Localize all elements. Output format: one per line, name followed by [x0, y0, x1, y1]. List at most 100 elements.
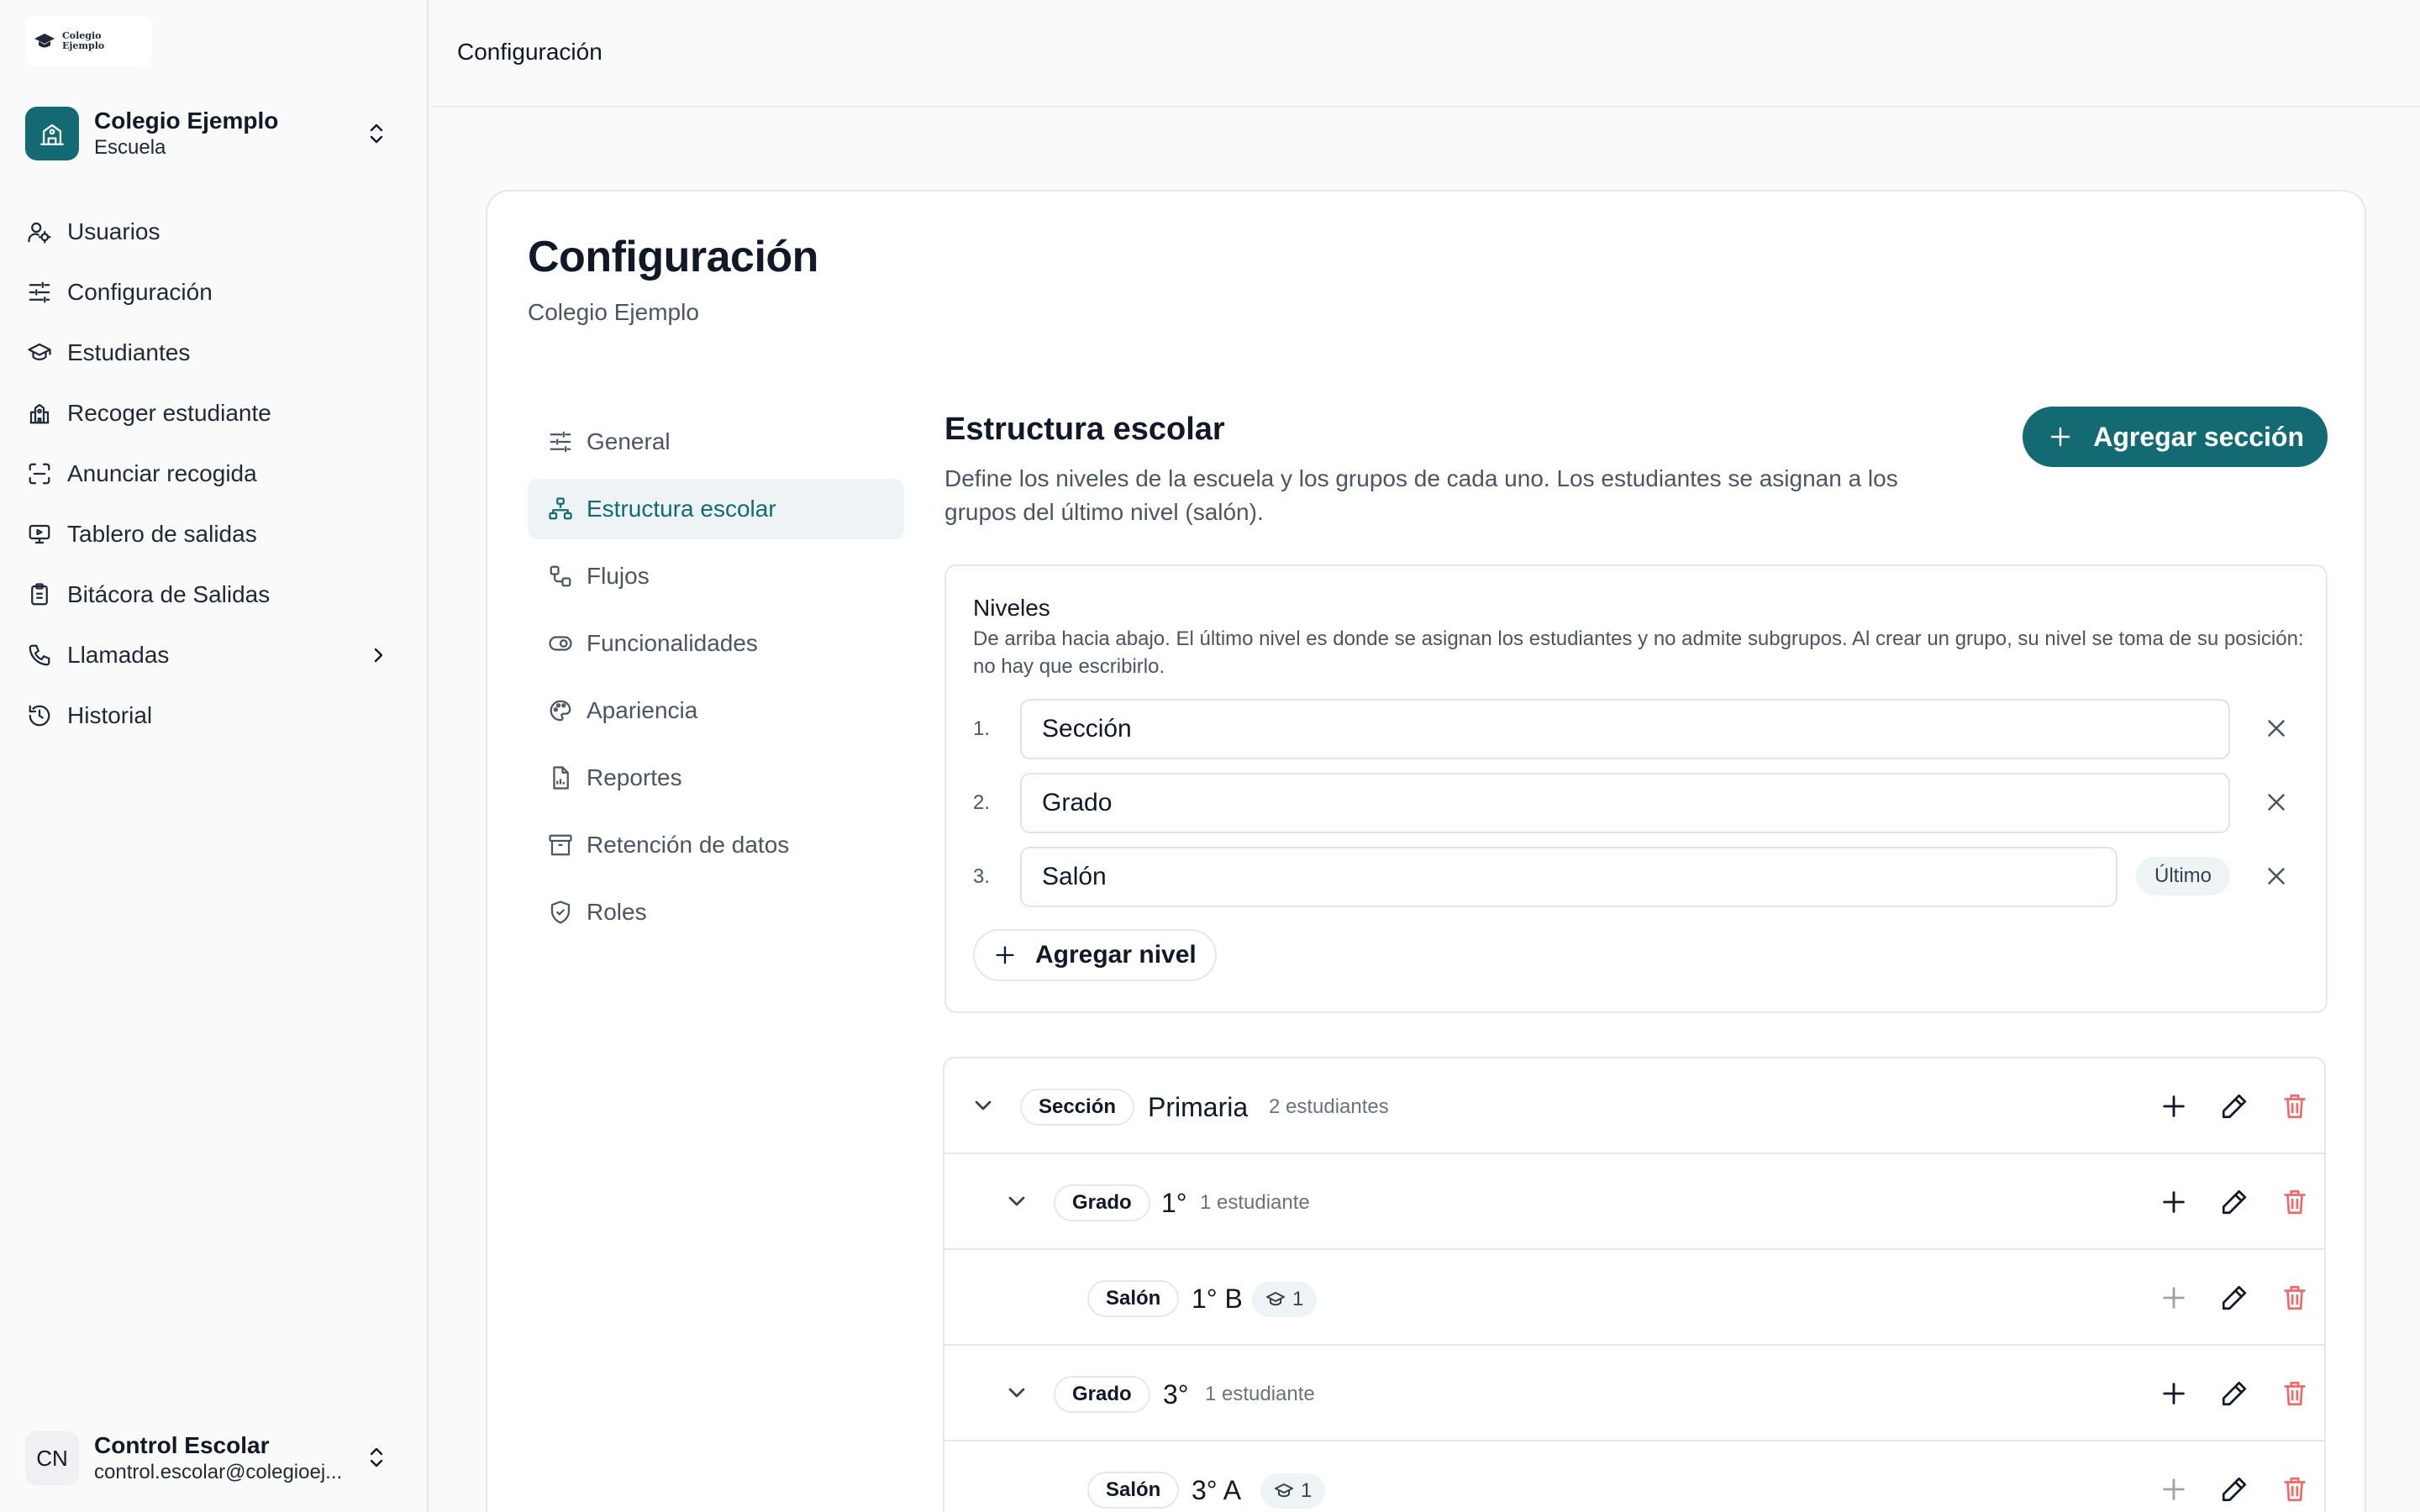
level-tag: Grado: [1054, 1184, 1150, 1221]
student-count: 2 estudiantes: [1269, 1095, 1389, 1118]
logo-text-line2: Ejemplo: [62, 40, 105, 51]
sidebar-item-recoger-estudiante[interactable]: Recoger estudiante: [25, 383, 403, 444]
settings-tab-apariencia[interactable]: Apariencia: [528, 680, 904, 741]
settings-tab-label: Estructura escolar: [587, 496, 776, 522]
add-subgroup-icon[interactable]: [2160, 1379, 2188, 1408]
user-menu[interactable]: CN Control Escolar control.escolar@coleg…: [25, 1428, 403, 1488]
edit-pencil-icon[interactable]: [2220, 1188, 2249, 1216]
edit-pencil-icon[interactable]: [2220, 1475, 2249, 1504]
chevron-down-icon[interactable]: [1003, 1379, 1030, 1406]
level-row: 3. Último: [973, 847, 2317, 907]
close-icon[interactable]: [2262, 788, 2291, 816]
add-section-button[interactable]: Agregar sección: [2023, 407, 2328, 467]
level-tag: Salón: [1087, 1280, 1180, 1317]
sidebar-item-historial[interactable]: Historial: [25, 685, 403, 746]
sidebar-item-label: Configuración: [67, 279, 213, 305]
plus-icon: [996, 946, 1014, 964]
trash-icon[interactable]: [2281, 1379, 2309, 1408]
level-name-input[interactable]: [1020, 773, 2230, 833]
trash-icon[interactable]: [2281, 1284, 2309, 1312]
level-name-input[interactable]: [1020, 699, 2230, 759]
plus-icon: [2050, 427, 2070, 447]
edit-pencil-icon[interactable]: [2220, 1092, 2249, 1121]
phone-icon: [25, 641, 54, 669]
groups-tree: Sección Primaria 2 estudiantes Grado 1° …: [943, 1057, 2326, 1512]
page-subtitle: Colegio Ejemplo: [528, 299, 699, 325]
student-count-value: 1: [1292, 1288, 1304, 1310]
settings-tab-label: Apariencia: [587, 697, 698, 723]
settings-tab-general[interactable]: General: [528, 412, 904, 472]
school-logo[interactable]: Colegio Ejemplo: [25, 17, 151, 66]
level-name-input[interactable]: [1020, 847, 2118, 907]
last-level-badge: Último: [2136, 857, 2231, 895]
org-switcher[interactable]: Colegio Ejemplo Escuela: [25, 106, 403, 161]
settings-tab-estructura-escolar[interactable]: Estructura escolar: [528, 479, 904, 539]
file-chart-icon: [553, 766, 569, 790]
groups-tree-wrapper: Sección Primaria 2 estudiantes Grado 1° …: [943, 1057, 2326, 1512]
org-type: Escuela: [94, 136, 166, 159]
chevron-down-icon[interactable]: [970, 1092, 997, 1119]
group-name: 3° A: [1192, 1475, 1242, 1505]
settings-tab-roles[interactable]: Roles: [528, 882, 904, 942]
add-subgroup-icon[interactable]: [2160, 1092, 2188, 1121]
settings-tab-label: Retención de datos: [587, 832, 790, 858]
toggle-icon: [549, 636, 572, 651]
sidebar-item-label: Recoger estudiante: [67, 400, 271, 426]
sidebar-item-label: Tablero de salidas: [67, 521, 257, 547]
settings-tab-funcionalidades[interactable]: Funcionalidades: [528, 613, 904, 674]
tree-row-classroom[interactable]: Salón 3° A 1: [944, 1441, 2324, 1512]
palette-icon: [550, 700, 571, 722]
add-level-label: Agregar nivel: [1035, 941, 1197, 969]
tree-row-grade[interactable]: Grado 1° 1 estudiante: [944, 1154, 2324, 1250]
sidebar-item-bitacora-de-salidas[interactable]: Bitácora de Salidas: [25, 564, 403, 625]
sidebar-item-tablero-de-salidas[interactable]: Tablero de salidas: [25, 504, 403, 564]
trash-icon[interactable]: [2281, 1475, 2309, 1504]
sidebar-item-anunciar-recogida[interactable]: Anunciar recogida: [25, 444, 403, 504]
sidebar-item-label: Estudiantes: [67, 339, 191, 365]
sidebar-item-usuarios[interactable]: Usuarios: [25, 202, 403, 262]
level-tag: Sección: [1020, 1089, 1135, 1126]
edit-pencil-icon[interactable]: [2220, 1379, 2249, 1408]
trash-icon[interactable]: [2281, 1188, 2309, 1216]
chevron-right-icon: [374, 648, 383, 663]
add-subgroup-icon[interactable]: [2160, 1188, 2188, 1216]
user-name: Control Escolar: [94, 1432, 270, 1458]
settings-tab-reportes[interactable]: Reportes: [528, 748, 904, 808]
levels-description: De arriba hacia abajo. El último nivel e…: [973, 627, 2304, 678]
tree-row-grade[interactable]: Grado 3° 1 estudiante: [944, 1346, 2324, 1441]
student-count: 1 estudiante: [1200, 1191, 1310, 1214]
tree-row-section[interactable]: Sección Primaria 2 estudiantes: [944, 1058, 2324, 1154]
edit-pencil-icon[interactable]: [2220, 1284, 2249, 1312]
level-number: 3.: [973, 865, 991, 888]
monitor-icon: [25, 520, 54, 549]
chevron-down-icon[interactable]: [1003, 1188, 1030, 1215]
student-count-chip: 1: [1260, 1473, 1326, 1509]
graduation-cap-icon: [1275, 1483, 1293, 1498]
sidebar-item-label: Usuarios: [67, 218, 160, 244]
graduation-cap-logo-icon: [34, 34, 55, 48]
settings-tab-flujos[interactable]: Flujos: [528, 546, 904, 606]
level-tag: Grado: [1054, 1376, 1150, 1413]
sidebar-nav: Usuarios Configuración Estudiantes Recog…: [25, 202, 403, 746]
settings-tab-label: Funcionalidades: [587, 630, 758, 656]
scan-icon: [25, 459, 54, 488]
sidebar-item-llamadas[interactable]: Llamadas: [25, 625, 403, 685]
trash-icon[interactable]: [2281, 1092, 2309, 1121]
level-row: 2.: [973, 773, 2317, 833]
topbar: Configuración: [430, 0, 2420, 108]
close-icon[interactable]: [2262, 714, 2291, 743]
history-icon: [25, 701, 54, 730]
add-level-button[interactable]: Agregar nivel: [973, 929, 1217, 981]
add-section-label: Agregar sección: [2093, 421, 2304, 452]
settings-tab-label: General: [587, 428, 671, 454]
settings-tab-retencion-de-datos[interactable]: Retención de datos: [528, 815, 904, 875]
sliders-icon: [550, 431, 571, 453]
user-email: control.escolar@colegioej...: [94, 1461, 343, 1483]
close-icon[interactable]: [2262, 862, 2291, 890]
sidebar-item-configuracion[interactable]: Configuración: [25, 262, 403, 323]
settings-tab-label: Flujos: [587, 563, 650, 589]
tree-row-classroom[interactable]: Salón 1° B 1: [944, 1250, 2324, 1346]
settings-nav: General Estructura escolar Flujos Funcio…: [528, 412, 904, 949]
sidebar-item-estudiantes[interactable]: Estudiantes: [25, 323, 403, 383]
chevrons-up-down-icon: [370, 123, 383, 144]
